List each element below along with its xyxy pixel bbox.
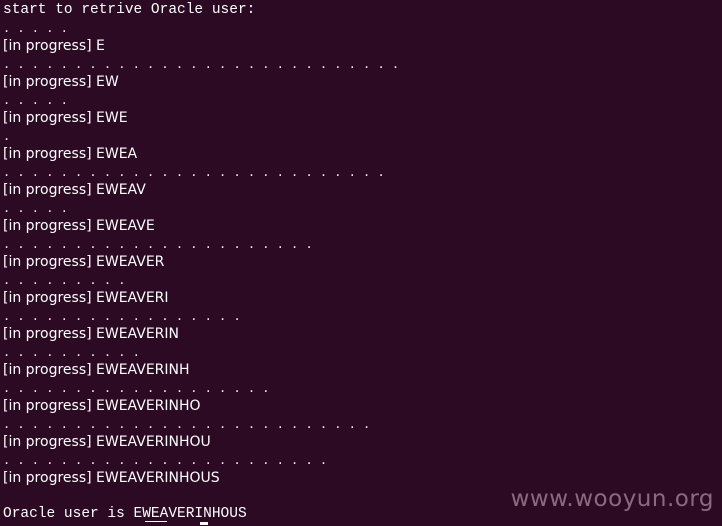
dots-line: . . . . . <box>3 202 68 216</box>
progress-line: [in progress] EWE <box>3 110 128 126</box>
progress-line: [in progress] EW <box>3 74 119 90</box>
progress-line: [in progress] EWEA <box>3 146 138 162</box>
dots-line: . <box>3 130 11 144</box>
dots-line: . . . . . . . . . . . . . . . . . . . . … <box>3 454 328 468</box>
partial-glyph <box>145 521 167 526</box>
dots-line: . . . . . <box>3 22 68 36</box>
header-line: start to retrive Oracle user: <box>3 2 256 18</box>
dots-line: . . . . . . . . . . <box>3 346 140 360</box>
dots-line: . . . . . . . . . . . . . . . . . <box>3 310 241 324</box>
progress-line: [in progress] EWEAVERINHOU <box>3 434 211 450</box>
progress-line: [in progress] EWEAV <box>3 182 146 198</box>
progress-line: [in progress] EWEAVERINHOUS <box>3 470 220 486</box>
dots-line: . . . . . <box>3 94 68 108</box>
progress-line: [in progress] EWEAVERINHO <box>3 398 201 414</box>
progress-line: [in progress] EWEAVERIN <box>3 326 179 342</box>
result-line: Oracle user is EWEAVERINHOUS <box>3 506 247 522</box>
dots-line: . . . . . . . . . <box>3 274 126 288</box>
progress-line: [in progress] E <box>3 38 105 54</box>
progress-line: [in progress] EWEAVER <box>3 254 165 270</box>
progress-line: [in progress] EWEAVERI <box>3 290 169 306</box>
progress-line: [in progress] EWEAVE <box>3 218 155 234</box>
dots-line: . . . . . . . . . . . . . . . . . . . . … <box>3 166 385 180</box>
dots-line: . . . . . . . . . . . . . . . . . . . . … <box>3 418 371 432</box>
terminal-output: start to retrive Oracle user: . . . . . … <box>3 0 722 525</box>
dots-line: . . . . . . . . . . . . . . . . . . . . … <box>3 238 313 252</box>
dots-line: . . . . . . . . . . . . . . . . . . . <box>3 382 270 396</box>
progress-line: [in progress] EWEAVERINH <box>3 362 190 378</box>
watermark-text: www.wooyun.org <box>510 486 714 512</box>
dots-line: . . . . . . . . . . . . . . . . . . . . … <box>3 58 400 72</box>
